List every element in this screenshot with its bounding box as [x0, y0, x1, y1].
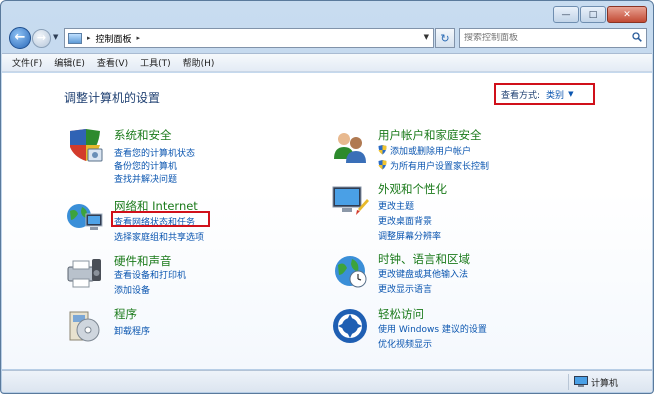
menu-help[interactable]: 帮助(H)	[183, 56, 215, 69]
network-globe-icon[interactable]	[64, 198, 104, 238]
category-appearance: 外观和个性化 更改主题 更改桌面背景 调整屏幕分辨率	[330, 181, 570, 242]
control-panel-icon	[68, 32, 82, 44]
shield-security-icon[interactable]	[64, 127, 104, 167]
menu-file[interactable]: 文件(F)	[12, 56, 42, 69]
menu-bar: 文件(F) 编辑(E) 查看(V) 工具(T) 帮助(H)	[2, 53, 652, 72]
programs-disk-icon[interactable]	[64, 306, 104, 346]
link-change-theme[interactable]: 更改主题	[378, 199, 414, 212]
page-title: 调整计算机的设置	[64, 91, 161, 105]
link-devices-printers[interactable]: 查看设备和打印机	[114, 268, 186, 281]
printer-speaker-icon[interactable]	[64, 253, 104, 293]
link-change-background[interactable]: 更改桌面背景	[378, 214, 432, 227]
search-input[interactable]	[464, 33, 624, 43]
caption-buttons: — □ ✕	[552, 6, 647, 23]
breadcrumb-control-panel[interactable]: 控制面板	[96, 32, 132, 45]
link-homegroup-sharing[interactable]: 选择家庭组和共享选项	[114, 230, 204, 243]
category-title[interactable]: 时钟、语言和区域	[378, 251, 470, 267]
uac-shield-icon	[378, 145, 387, 155]
maximize-button[interactable]: □	[580, 6, 606, 23]
category-title[interactable]: 轻松访问	[378, 306, 424, 322]
minimize-button[interactable]: —	[553, 6, 579, 23]
category-title[interactable]: 外观和个性化	[378, 181, 447, 197]
search-box[interactable]	[459, 28, 647, 48]
link-screen-resolution[interactable]: 调整屏幕分辨率	[378, 229, 441, 242]
link-change-input-method[interactable]: 更改键盘或其他输入法	[378, 267, 468, 280]
view-by-label: 查看方式:	[501, 90, 541, 101]
uac-shield-icon	[378, 160, 387, 170]
category-title[interactable]: 用户帐户和家庭安全	[378, 127, 482, 143]
status-bar: 计算机	[2, 370, 652, 392]
link-add-device[interactable]: 添加设备	[114, 283, 150, 296]
category-title[interactable]: 硬件和声音	[114, 253, 172, 269]
close-button[interactable]: ✕	[607, 6, 647, 23]
category-clock-language-region: 时钟、语言和区域 更改键盘或其他输入法 更改显示语言	[330, 251, 570, 299]
address-dropdown-icon[interactable]: ▼	[424, 33, 429, 41]
forward-arrow-icon[interactable]: →	[32, 29, 51, 48]
link-optimize-video-display[interactable]: 优化视频显示	[378, 337, 432, 350]
link-add-remove-users[interactable]: 添加或删除用户帐户	[378, 144, 471, 157]
back-arrow-icon[interactable]: ←	[9, 27, 31, 49]
menu-edit[interactable]: 编辑(E)	[54, 56, 85, 69]
recent-pages-dropdown-icon[interactable]: ▼	[53, 33, 58, 41]
category-title[interactable]: 程序	[114, 306, 137, 322]
category-hardware-sound: 硬件和声音 查看设备和打印机 添加设备	[64, 253, 294, 296]
monitor-personalize-icon[interactable]	[330, 181, 370, 221]
menu-view[interactable]: 查看(V)	[97, 56, 128, 69]
link-troubleshoot[interactable]: 查找并解决问题	[114, 172, 177, 185]
link-windows-recommended-settings[interactable]: 使用 Windows 建议的设置	[378, 322, 487, 335]
link-change-display-language[interactable]: 更改显示语言	[378, 282, 432, 295]
category-title[interactable]: 系统和安全	[114, 127, 172, 143]
chevron-down-icon[interactable]: ▼	[568, 90, 573, 98]
link-view-computer-status[interactable]: 查看您的计算机状态	[114, 146, 195, 159]
menu-tools[interactable]: 工具(T)	[140, 56, 171, 69]
navigation-bar: ← → ▼ ▸ 控制面板 ▸ ▼ ↻	[7, 26, 647, 50]
link-uninstall-program[interactable]: 卸载程序	[114, 324, 150, 337]
category-ease-of-access: 轻松访问 使用 Windows 建议的设置 优化视频显示	[330, 306, 570, 354]
view-by-value[interactable]: 类别	[546, 88, 564, 101]
ease-of-access-icon[interactable]	[330, 306, 370, 346]
category-programs: 程序 卸载程序	[64, 306, 294, 348]
link-backup-computer[interactable]: 备份您的计算机	[114, 159, 177, 172]
main-content: 调整计算机的设置 查看方式: 类别 ▼ 系统和安全 查看您的计算机状态 备份您的…	[2, 73, 652, 369]
users-icon[interactable]	[330, 127, 370, 167]
breadcrumb-separator-icon[interactable]: ▸	[87, 34, 91, 42]
link-text[interactable]: 添加或删除用户帐户	[390, 147, 471, 157]
status-separator	[568, 374, 569, 390]
link-text[interactable]: 为所有用户设置家长控制	[390, 162, 489, 172]
clock-globe-icon[interactable]	[330, 251, 370, 291]
status-computer-label: 计算机	[591, 379, 619, 389]
category-system-security: 系统和安全 查看您的计算机状态 备份您的计算机 查找并解决问题	[64, 127, 294, 187]
refresh-icon: ↻	[440, 31, 450, 45]
control-panel-window: — □ ✕ ← → ▼ ▸ 控制面板 ▸ ▼ ↻ 文件(F) 编辑(E) 查看(…	[0, 0, 654, 394]
view-by-selector[interactable]: 查看方式: 类别 ▼	[494, 83, 595, 105]
breadcrumb-chevron-icon[interactable]: ▸	[137, 34, 141, 42]
category-user-accounts: 用户帐户和家庭安全 添加或删除用户帐户 为所有用户设置家长控制	[330, 127, 570, 175]
highlight-view-network-status	[111, 211, 210, 227]
refresh-button[interactable]: ↻	[435, 28, 455, 48]
address-bar[interactable]: ▸ 控制面板 ▸ ▼	[64, 28, 434, 48]
link-parental-controls[interactable]: 为所有用户设置家长控制	[378, 159, 489, 172]
search-icon[interactable]	[632, 32, 642, 42]
computer-icon	[574, 376, 588, 387]
